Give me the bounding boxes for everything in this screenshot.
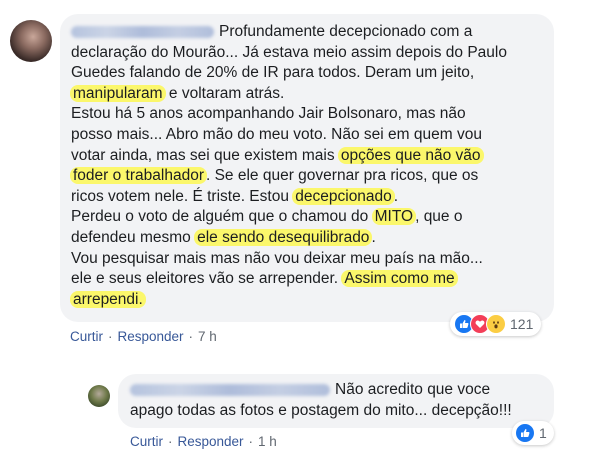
text-line: ele e seus eleitores vão se arrepender. … bbox=[71, 269, 507, 290]
comment-actions: Curtir · Responder · 7 h bbox=[70, 329, 217, 344]
timestamp[interactable]: 7 h bbox=[198, 329, 217, 344]
text-segment: apago todas as fotos e postagem do mito.… bbox=[130, 401, 512, 419]
text-line: foder o trabalhador. Se ele quer governa… bbox=[70, 166, 507, 187]
separator-dot: · bbox=[248, 434, 254, 449]
reply-reaction-summary[interactable]: 1 bbox=[512, 421, 554, 445]
text-line: votar ainda, mas sei que existem mais op… bbox=[71, 146, 507, 167]
avatar[interactable] bbox=[10, 20, 52, 62]
highlighted-text: foder o trabalhador bbox=[70, 167, 207, 185]
reply-link[interactable]: Responder bbox=[178, 434, 244, 449]
highlighted-text: decepcionado bbox=[292, 187, 395, 205]
like-reaction-icon bbox=[515, 423, 535, 443]
reply-text: Não acredito que voce apago todas as foto… bbox=[130, 380, 512, 421]
text-segment: ele e seus eleitores vão se arrepender. bbox=[71, 270, 343, 288]
timestamp[interactable]: 1 h bbox=[258, 434, 277, 449]
text-line: Perdeu o voto de alguém que o chamou do … bbox=[71, 207, 507, 228]
redacted-author-name[interactable] bbox=[71, 25, 214, 38]
reply-actions: Curtir · Responder · 1 h bbox=[130, 434, 277, 449]
text-line: Profundamente decepcionado com a bbox=[71, 22, 507, 43]
text-line: defendeu mesmo ele sendo desequilibrado. bbox=[71, 228, 507, 249]
text-segment: votar ainda, mas sei que existem mais bbox=[71, 146, 339, 164]
text-segment: e voltaram atrás. bbox=[164, 84, 285, 102]
text-segment: Vou pesquisar mais mas não vou deixar me… bbox=[71, 249, 483, 267]
text-segment: . Se ele quer governar pra ricos, que os bbox=[205, 167, 479, 185]
text-line: Guedes falando de 20% de IR para todos. … bbox=[71, 63, 507, 84]
highlighted-text: MITO bbox=[371, 208, 417, 226]
comment-text: Profundamente decepcionado com a declaraç… bbox=[70, 22, 507, 311]
text-segment: Estou há 5 anos acompanhando Jair Bolson… bbox=[71, 105, 466, 123]
highlighted-text: manipularam bbox=[70, 84, 166, 102]
highlighted-text: opções que não vão bbox=[337, 146, 484, 164]
reaction-count: 121 bbox=[510, 316, 534, 332]
highlighted-text: ele sendo desequilibrado bbox=[194, 228, 373, 246]
text-line: arrependi. bbox=[70, 290, 507, 311]
reaction-count: 1 bbox=[539, 425, 547, 441]
reply-link[interactable]: Responder bbox=[118, 329, 184, 344]
text-segment: defendeu mesmo bbox=[71, 228, 196, 246]
text-segment: . bbox=[393, 187, 399, 205]
text-line: ricos votem nele. É triste. Estou decepc… bbox=[71, 187, 507, 208]
text-line: Não acredito que voce bbox=[130, 380, 512, 401]
text-segment: Guedes falando de 20% de IR para todos. … bbox=[71, 64, 475, 82]
text-segment: posso mais... Abro mão do meu voto. Não … bbox=[71, 125, 482, 143]
text-line: declaração do Mourão... Já estava meio a… bbox=[71, 43, 507, 64]
separator-dot: · bbox=[168, 434, 173, 449]
like-link[interactable]: Curtir bbox=[70, 329, 103, 344]
text-segment: , que o bbox=[415, 208, 463, 226]
wow-reaction-icon bbox=[486, 314, 506, 334]
text-segment: Profundamente decepcionado com a bbox=[219, 23, 473, 40]
text-line: apago todas as fotos e postagem do mito.… bbox=[130, 401, 512, 422]
text-line: Vou pesquisar mais mas não vou deixar me… bbox=[71, 249, 507, 270]
separator-dot: · bbox=[108, 329, 113, 344]
text-segment: . bbox=[371, 228, 376, 246]
highlighted-text: Assim como me bbox=[341, 270, 458, 288]
text-segment: ricos votem nele. É triste. Estou bbox=[71, 187, 294, 205]
redacted-author-name[interactable] bbox=[130, 383, 330, 396]
text-segment: declaração do Mourão... Já estava meio a… bbox=[71, 43, 507, 61]
like-link[interactable]: Curtir bbox=[130, 434, 163, 449]
text-line: posso mais... Abro mão do meu voto. Não … bbox=[71, 125, 507, 146]
highlighted-text: arrependi. bbox=[70, 290, 146, 308]
reaction-summary[interactable]: 121 bbox=[450, 312, 542, 336]
text-segment: Não acredito que voce bbox=[335, 381, 491, 398]
text-line: manipularam e voltaram atrás. bbox=[70, 84, 507, 105]
text-line: Estou há 5 anos acompanhando Jair Bolson… bbox=[71, 104, 507, 125]
separator-dot: · bbox=[188, 329, 194, 344]
text-segment: Perdeu o voto de alguém que o chamou do bbox=[71, 208, 373, 226]
reply-avatar[interactable] bbox=[88, 385, 110, 407]
